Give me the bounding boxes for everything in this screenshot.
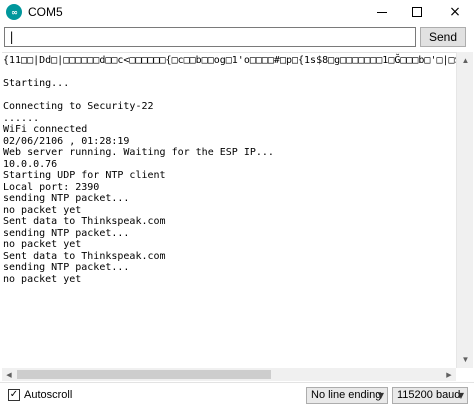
line-ending-select[interactable]: No line ending ▼ bbox=[306, 387, 388, 404]
minimize-button[interactable] bbox=[365, 0, 399, 24]
title-bar: ∞ COM5 × bbox=[0, 0, 474, 24]
chevron-down-icon: ▼ bbox=[377, 391, 384, 400]
serial-output[interactable]: {11□□|Dd□|□□□□□□d□□c<□□□□□□{□c□□b□□og□1'… bbox=[2, 52, 456, 368]
output-line: no packet yet bbox=[3, 273, 82, 285]
scroll-down-arrow-icon[interactable]: ▼ bbox=[457, 351, 474, 368]
autoscroll-checkbox[interactable]: ✓ bbox=[8, 389, 20, 401]
vertical-scrollbar[interactable]: ▲ ▼ bbox=[456, 52, 473, 368]
send-row: Send bbox=[0, 24, 474, 50]
output-line: Connecting to Security-22 bbox=[3, 101, 154, 112]
output-line: Starting UDP for NTP client bbox=[3, 170, 166, 181]
line-ending-value: No line ending bbox=[311, 389, 382, 401]
output-line: 10.0.0.76 bbox=[3, 158, 58, 170]
maximize-icon bbox=[412, 7, 422, 17]
horizontal-scroll-thumb[interactable] bbox=[17, 370, 271, 379]
output-line: sending NTP packet... bbox=[3, 193, 130, 204]
output-line: sending NTP packet... bbox=[3, 262, 130, 273]
serial-input[interactable] bbox=[4, 27, 416, 47]
close-button[interactable]: × bbox=[438, 0, 472, 24]
output-line: 02/06/2106 , 01:28:19 bbox=[3, 135, 130, 147]
output-line: ...... bbox=[3, 112, 40, 124]
baud-rate-select[interactable]: 115200 baud ▼ bbox=[392, 387, 468, 404]
chevron-down-icon: ▼ bbox=[457, 391, 464, 400]
arduino-icon: ∞ bbox=[6, 4, 22, 20]
status-bar: ✓ Autoscroll No line ending ▼ 115200 bau… bbox=[0, 382, 474, 407]
horizontal-scrollbar[interactable]: ◀ ▶ bbox=[2, 368, 456, 381]
close-icon: × bbox=[449, 4, 461, 20]
minimize-icon bbox=[377, 11, 387, 13]
output-line: no packet yet bbox=[3, 239, 82, 250]
output-line: Local port: 2390 bbox=[3, 181, 100, 193]
scroll-up-arrow-icon[interactable]: ▲ bbox=[457, 52, 474, 69]
serial-output-text: {11□□|Dd□|□□□□□□d□□c<□□□□□□{□c□□b□□og□1'… bbox=[2, 53, 456, 285]
output-line: {11□□|Dd□|□□□□□□d□□c<□□□□□□{□c□□b□□og□1'… bbox=[3, 55, 456, 66]
output-line: no packet yet bbox=[3, 204, 82, 216]
output-line: Sent data to Thinkspeak.com bbox=[3, 250, 166, 262]
output-line: Web server running. Waiting for the ESP … bbox=[3, 147, 274, 158]
window-title: COM5 bbox=[28, 5, 63, 19]
autoscroll-label: Autoscroll bbox=[24, 389, 73, 401]
scroll-right-arrow-icon[interactable]: ▶ bbox=[442, 368, 456, 381]
scroll-left-arrow-icon[interactable]: ◀ bbox=[2, 368, 16, 381]
output-line: Starting... bbox=[3, 78, 70, 89]
output-line: Sent data to Thinkspeak.com bbox=[3, 216, 166, 227]
baud-rate-value: 115200 baud bbox=[397, 389, 461, 401]
output-line: WiFi connected bbox=[3, 124, 88, 135]
maximize-button[interactable] bbox=[400, 0, 434, 24]
output-line: sending NTP packet... bbox=[3, 227, 130, 239]
send-button[interactable]: Send bbox=[420, 27, 466, 47]
